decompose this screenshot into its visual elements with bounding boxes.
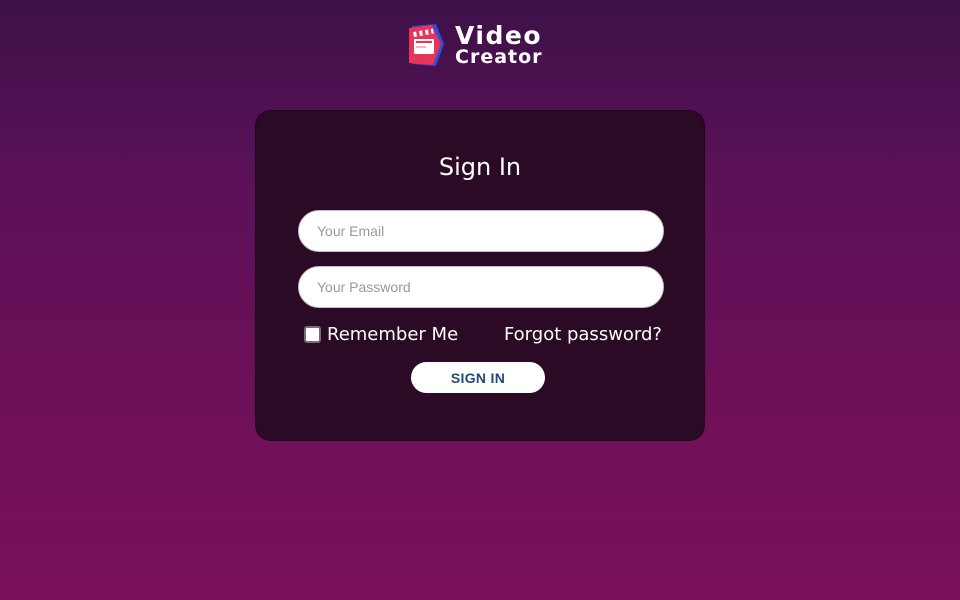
signin-card: Sign In Remember Me Forgot password? SIG… bbox=[255, 110, 705, 441]
remember-me-label: Remember Me bbox=[327, 324, 459, 345]
signin-button[interactable]: SIGN IN bbox=[411, 362, 545, 393]
app-logo: Video Creator bbox=[406, 22, 543, 68]
logo-wordmark: Video Creator bbox=[455, 23, 543, 67]
forgot-password-link[interactable]: Forgot password? bbox=[504, 324, 662, 345]
clapperboard-icon bbox=[409, 24, 444, 66]
logo-text-video: Video bbox=[455, 21, 543, 50]
signin-title: Sign In bbox=[438, 153, 522, 181]
password-field[interactable] bbox=[298, 266, 664, 308]
email-field[interactable] bbox=[298, 210, 664, 252]
remember-me-checkbox[interactable] bbox=[304, 326, 321, 343]
logo-text-creator: Creator bbox=[455, 46, 543, 68]
remember-me-control[interactable]: Remember Me bbox=[304, 324, 458, 345]
